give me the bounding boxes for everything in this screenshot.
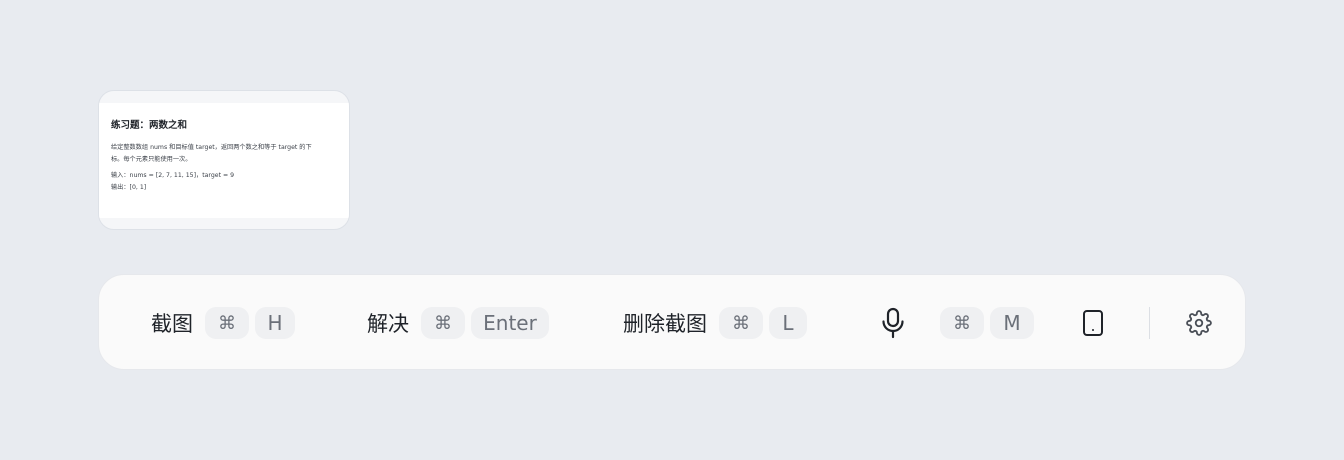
command-key: ⌘	[940, 307, 984, 339]
voice-shortcut: ⌘ M	[940, 275, 1034, 371]
screenshot-action[interactable]: 截图 ⌘ H	[151, 275, 295, 371]
gear-icon	[1186, 310, 1212, 336]
delete-screenshot-action[interactable]: 删除截图 ⌘ L	[623, 275, 807, 371]
tablet-icon	[1083, 310, 1103, 336]
microphone-icon	[882, 307, 904, 339]
toolbar-divider	[1149, 307, 1150, 339]
preview-line-4: 输出：[0, 1]	[111, 184, 147, 191]
app-stage: 练习题：两数之和 给定整数数组 nums 和目标值 target，返回两个数之和…	[0, 0, 1344, 460]
preview-line-2: 标。每个元素只能使用一次。	[111, 156, 192, 163]
settings-button[interactable]	[1181, 275, 1217, 371]
device-button[interactable]	[1075, 275, 1111, 371]
preview-line-1: 给定整数数组 nums 和目标值 target，返回两个数之和等于 target…	[111, 144, 312, 151]
screenshot-label: 截图	[151, 312, 193, 336]
command-key: ⌘	[719, 307, 763, 339]
preview-title: 练习题：两数之和	[111, 120, 188, 131]
h-key: H	[255, 307, 295, 339]
delete-screenshot-label: 删除截图	[623, 312, 707, 336]
command-key: ⌘	[421, 307, 465, 339]
m-key: M	[990, 307, 1034, 339]
command-toolbar: 截图 ⌘ H 解决 ⌘ Enter 删除截图 ⌘ L ⌘ M	[98, 274, 1246, 370]
screenshot-preview-content: 练习题：两数之和 给定整数数组 nums 和目标值 target，返回两个数之和…	[99, 103, 349, 218]
preview-line-3: 输入：nums = [2, 7, 11, 15]，target = 9	[111, 172, 235, 179]
l-key: L	[769, 307, 807, 339]
enter-key: Enter	[471, 307, 549, 339]
solve-label: 解决	[367, 312, 409, 336]
solve-action[interactable]: 解决 ⌘ Enter	[367, 275, 549, 371]
command-key: ⌘	[205, 307, 249, 339]
voice-button[interactable]	[873, 275, 913, 371]
screenshot-preview-card[interactable]: 练习题：两数之和 给定整数数组 nums 和目标值 target，返回两个数之和…	[98, 90, 350, 230]
